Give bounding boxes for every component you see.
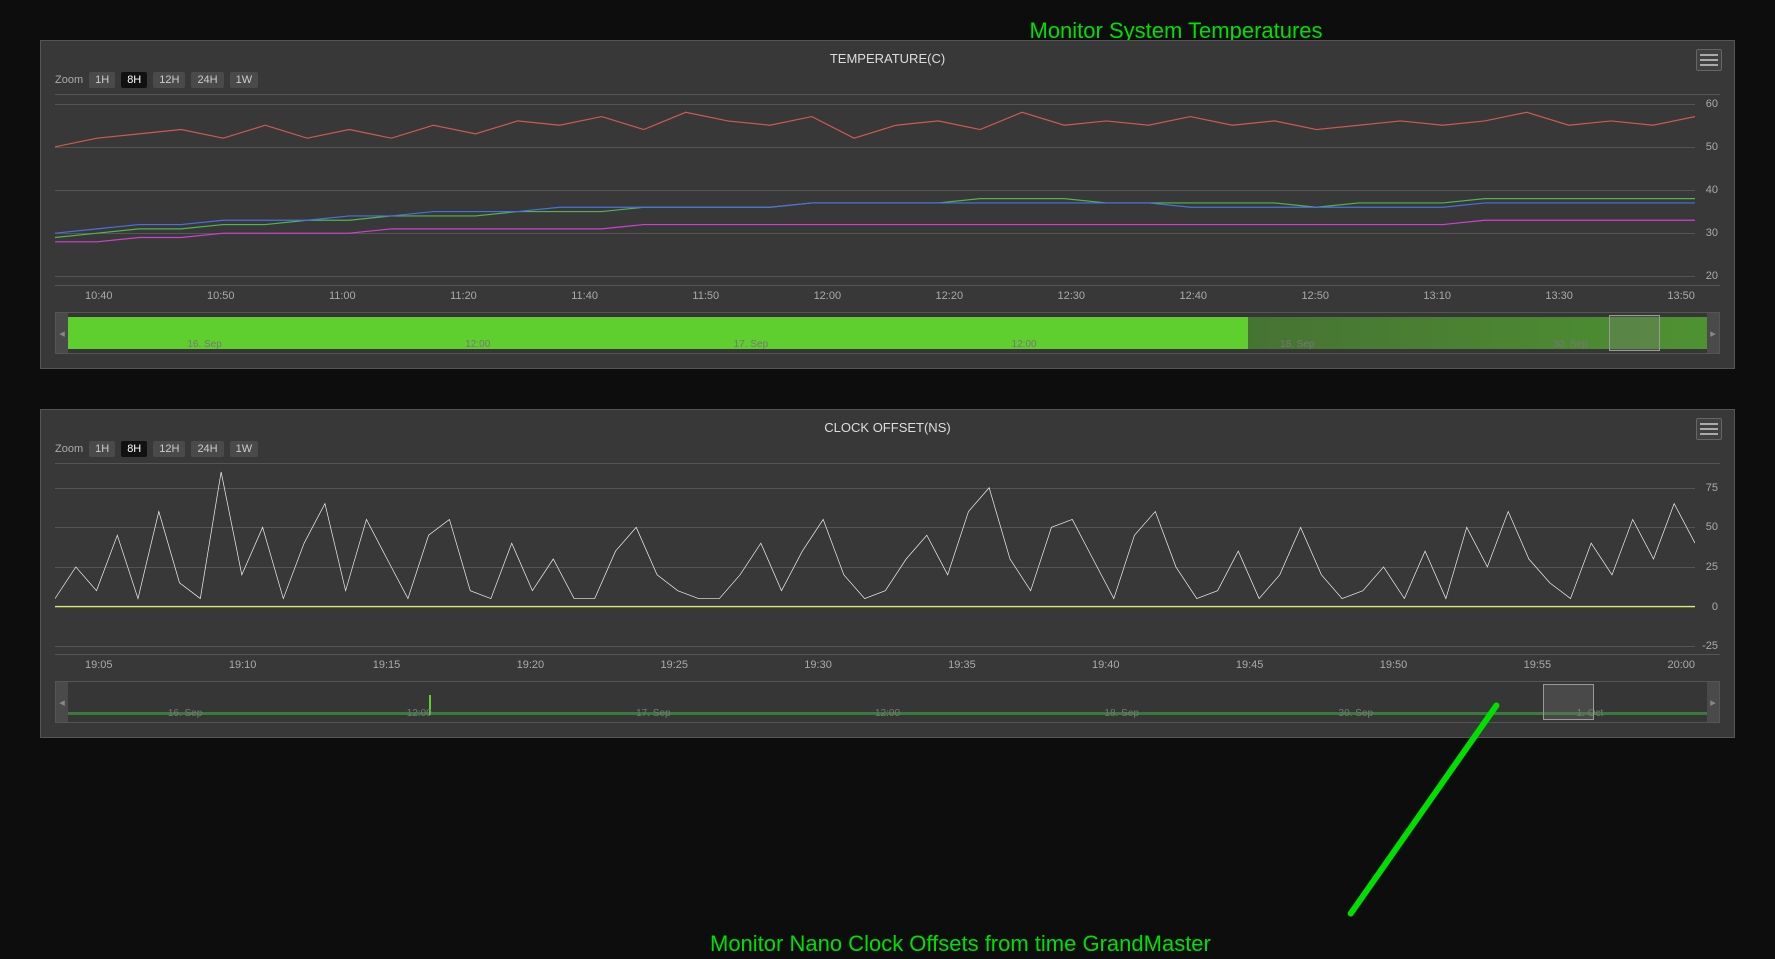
chart-panel-clock: CLOCK OFFSET(NS) Zoom 1H 8H 12H 24H 1W -25 0 25 50… (40, 409, 1735, 738)
x-axis-tick: 19:35 (948, 659, 976, 671)
x-axis-tick: 10:40 (85, 290, 113, 302)
x-axis-tick: 20:00 (1667, 659, 1695, 671)
x-axis-tick: 19:20 (517, 659, 545, 671)
zoom-option-8H[interactable]: 8H (121, 72, 147, 88)
x-axis-tick: 19:30 (804, 659, 832, 671)
x-axis-tick: 11:40 (571, 290, 598, 302)
navigator-tick: 18. Sep (1104, 708, 1138, 719)
x-axis-tick: 19:15 (373, 659, 401, 671)
zoom-option-1W[interactable]: 1W (230, 72, 259, 88)
navigator-body[interactable]: 16. Sep12:0017. Sep12:0018. Sep30. Sep1.… (68, 682, 1707, 722)
x-axis: 19:05 19:10 19:15 19:20 19:25 19:30 19:35 19:40… (55, 655, 1720, 671)
zoom-option-1H[interactable]: 1H (89, 441, 115, 457)
navigator-scroll-left[interactable]: ◂ (56, 313, 68, 353)
x-axis-tick: 12:40 (1179, 290, 1207, 302)
chart-plot-area[interactable]: -25 0 25 50 75 (55, 463, 1720, 655)
x-axis-tick: 12:00 (814, 290, 842, 302)
series-Sensor C (55, 220, 1695, 242)
y-axis-tick: 40 (1706, 184, 1718, 196)
zoom-option-1W[interactable]: 1W (230, 441, 259, 457)
series-Sensor B (55, 203, 1695, 233)
navigator-tick: 12:00 (465, 339, 490, 350)
y-axis-tick: 75 (1706, 482, 1718, 494)
chart-title: CLOCK OFFSET(NS) (55, 420, 1720, 435)
x-axis-tick: 10:50 (207, 290, 235, 302)
x-axis-tick: 13:30 (1545, 290, 1573, 302)
x-axis-tick: 11:00 (329, 290, 356, 302)
navigator-tick: 16. Sep (187, 339, 221, 350)
zoom-option-12H[interactable]: 12H (153, 441, 185, 457)
navigator-handle[interactable] (1543, 684, 1594, 720)
y-axis-tick: 30 (1706, 227, 1718, 239)
x-axis-tick: 12:50 (1301, 290, 1329, 302)
x-axis-tick: 19:05 (85, 659, 113, 671)
x-axis-tick: 12:20 (936, 290, 964, 302)
navigator-body[interactable]: 16. Sep 12:00 17. Sep 12:00 18. Sep 30. Sep (68, 313, 1707, 353)
zoom-label: Zoom (55, 74, 83, 86)
chart-plot-area[interactable]: 20 30 40 50 60 (55, 94, 1720, 286)
chart-title: TEMPERATURE(C) (55, 51, 1720, 66)
chart-panel-temp: TEMPERATURE(C) Zoom 1H 8H 12H 24H 1W 20 30 40 50 60… (40, 40, 1735, 369)
navigator-tick: 12:00 (875, 708, 900, 719)
zoom-option-24H[interactable]: 24H (191, 72, 223, 88)
zoom-option-1H[interactable]: 1H (89, 72, 115, 88)
zoom-toolbar: Zoom 1H 8H 12H 24H 1W (55, 72, 1720, 88)
x-axis-tick: 19:40 (1092, 659, 1120, 671)
navigator-scroll-right[interactable]: ▸ (1707, 313, 1719, 353)
x-axis-tick: 11:20 (450, 290, 477, 302)
x-axis-tick: 13:10 (1423, 290, 1451, 302)
series-SoC / CPU (55, 112, 1695, 147)
x-axis-tick: 19:10 (229, 659, 257, 671)
series-Sensor A (55, 199, 1695, 238)
navigator[interactable]: ◂16. Sep12:0017. Sep12:0018. Sep30. Sep1… (55, 681, 1720, 723)
navigator-tick: 17. Sep (734, 339, 768, 350)
zoom-option-12H[interactable]: 12H (153, 72, 185, 88)
navigator[interactable]: ◂ 16. Sep 12:00 17. Sep 12:00 18. Sep 30. Sep ▸ (55, 312, 1720, 354)
zoom-option-24H[interactable]: 24H (191, 441, 223, 457)
y-axis-tick: 20 (1706, 270, 1718, 282)
annotation-bottom: Monitor Nano Clock Offsets from time Gra… (710, 931, 1211, 957)
navigator-scroll-right[interactable]: ▸ (1707, 682, 1719, 722)
navigator-tick: 30. Sep (1339, 708, 1373, 719)
navigator-tick: 12:00 (407, 708, 432, 719)
navigator-tick: 18. Sep (1280, 339, 1314, 350)
navigator-tick: 12:00 (1012, 339, 1037, 350)
y-axis-tick: 0 (1712, 601, 1718, 613)
x-axis-tick: 19:45 (1236, 659, 1264, 671)
x-axis-tick: 11:50 (692, 290, 719, 302)
zoom-label: Zoom (55, 443, 83, 455)
navigator-scroll-left[interactable]: ◂ (56, 682, 68, 722)
y-axis-tick: 50 (1706, 521, 1718, 533)
zoom-option-8H[interactable]: 8H (121, 441, 147, 457)
chart-menu-icon[interactable] (1696, 49, 1722, 71)
y-axis-tick: 50 (1706, 141, 1718, 153)
navigator-tick: 17. Sep (636, 708, 670, 719)
x-axis-tick: 19:50 (1380, 659, 1408, 671)
navigator-tick: 30. Sep (1553, 339, 1587, 350)
chart-menu-icon[interactable] (1696, 418, 1722, 440)
zoom-toolbar: Zoom 1H 8H 12H 24H 1W (55, 441, 1720, 457)
y-axis-tick: 25 (1706, 561, 1718, 573)
navigator-overview-area (68, 317, 1707, 349)
navigator-handle[interactable] (1609, 315, 1660, 351)
x-axis: 10:40 10:50 11:00 11:20 11:40 11:50 12:00 12:20… (55, 286, 1720, 302)
navigator-tick: 16. Sep (168, 708, 202, 719)
x-axis-tick: 13:50 (1667, 290, 1695, 302)
x-axis-tick: 19:25 (660, 659, 688, 671)
series-offset (55, 472, 1695, 599)
y-axis-tick: -25 (1702, 640, 1718, 652)
x-axis-tick: 12:30 (1058, 290, 1086, 302)
y-axis-tick: 60 (1706, 98, 1718, 110)
x-axis-tick: 19:55 (1524, 659, 1552, 671)
